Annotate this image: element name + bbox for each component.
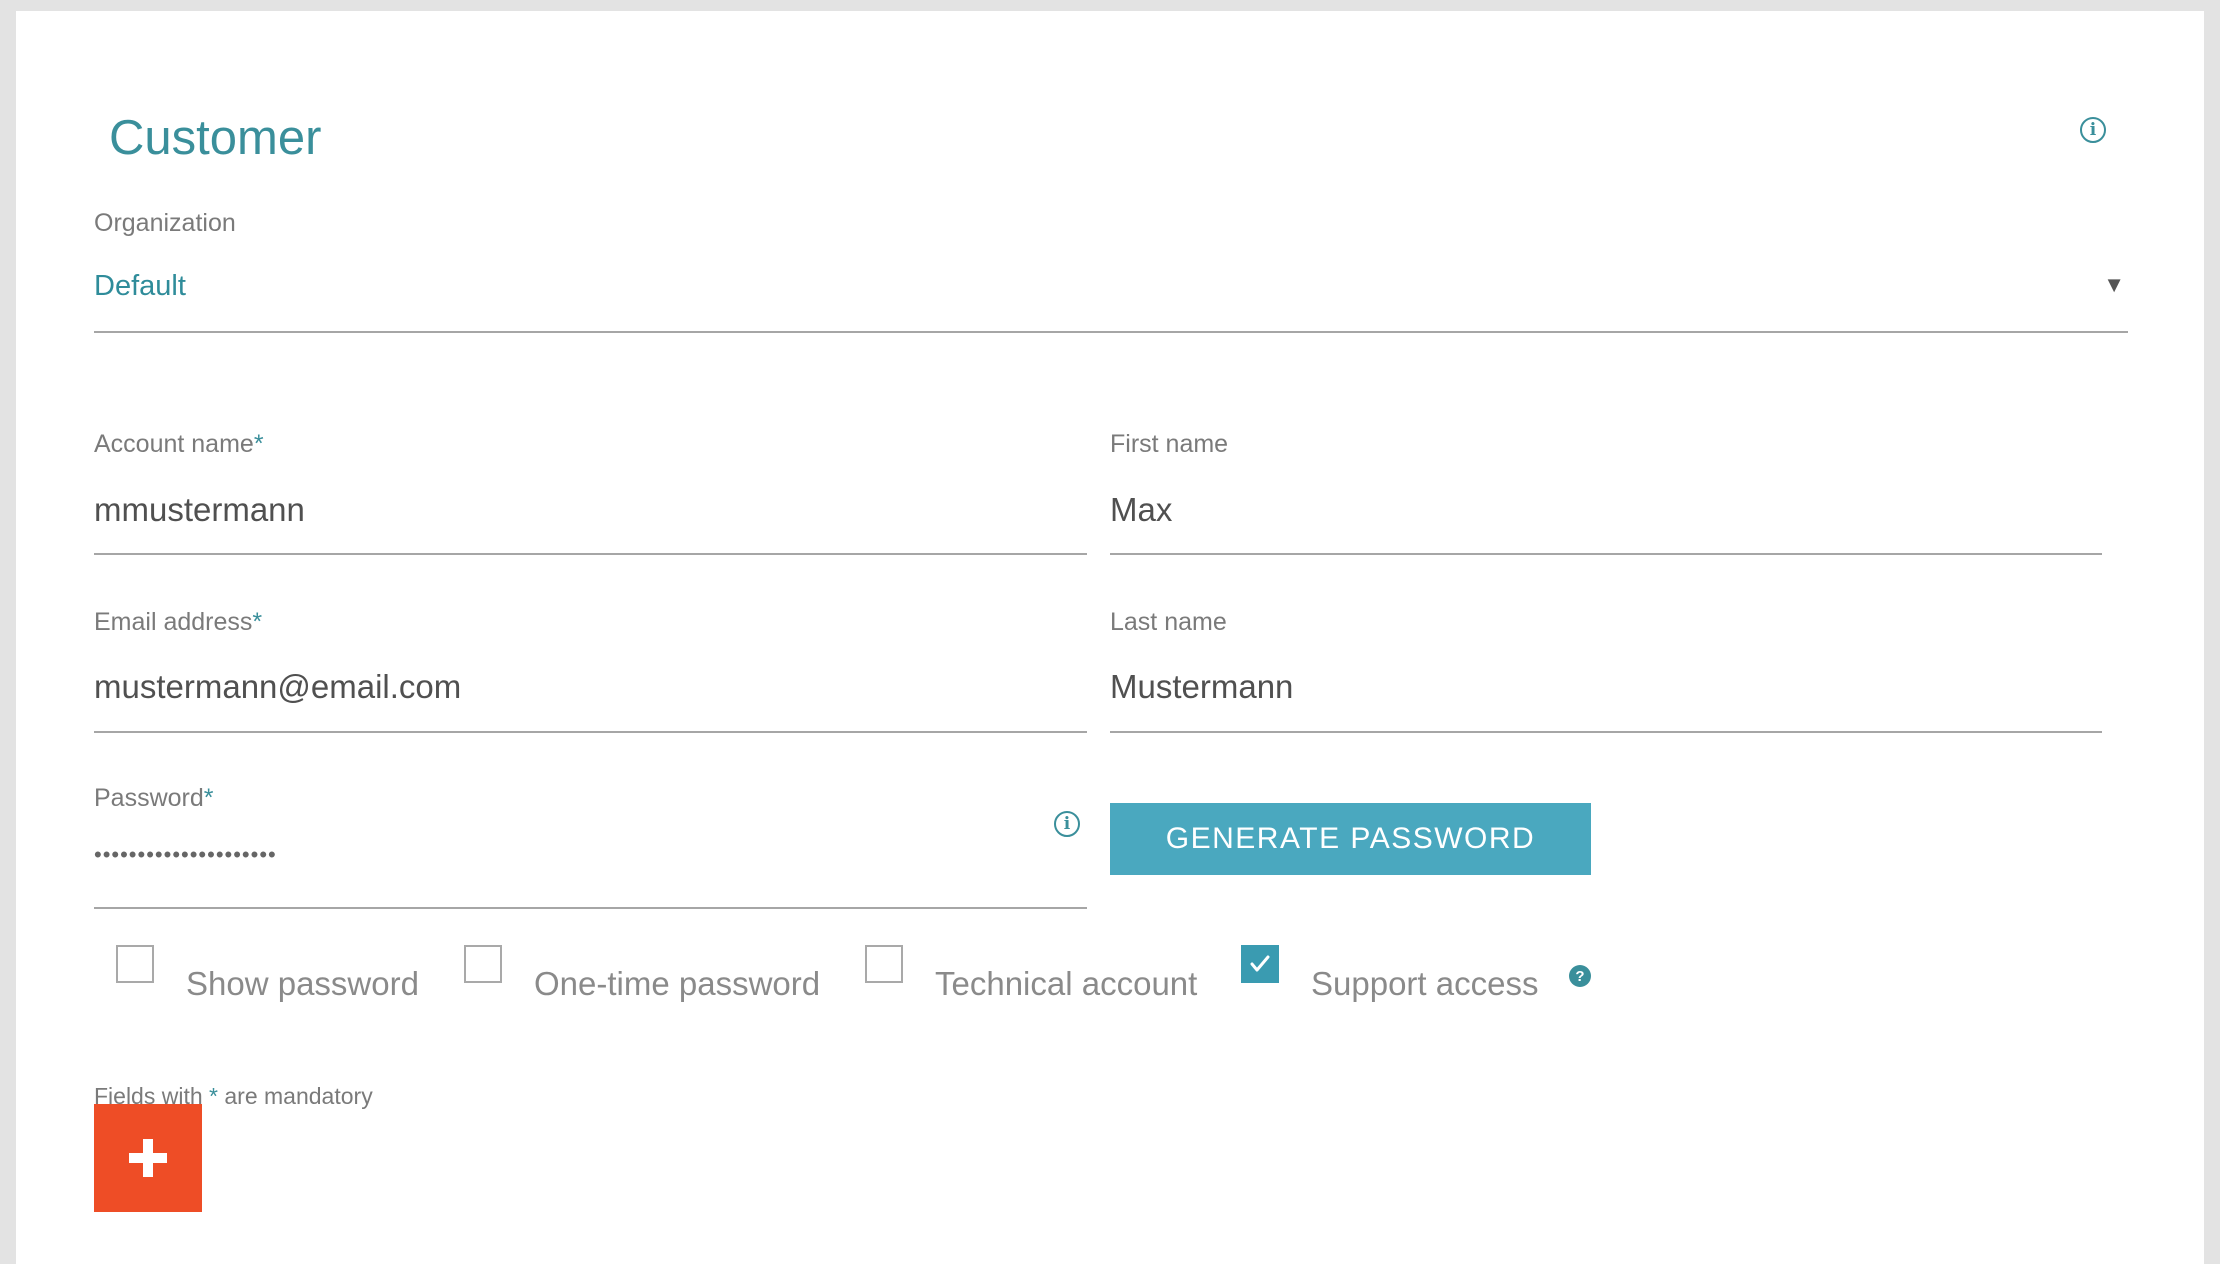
account-name-underline	[94, 553, 1087, 555]
one-time-password-label: One-time password	[534, 965, 821, 1002]
show-password-checkbox-row[interactable]: Show password	[116, 945, 446, 1000]
first-name-value: Max	[1110, 491, 1173, 528]
first-name-underline	[1110, 553, 2102, 555]
required-mark: *	[203, 784, 214, 812]
technical-account-checkbox[interactable]	[865, 945, 903, 983]
plus-icon	[129, 1139, 167, 1177]
organization-value: Default	[94, 270, 186, 302]
password-label: Password*	[94, 784, 214, 812]
last-name-value: Mustermann	[1110, 668, 1294, 705]
technical-account-label: Technical account	[935, 965, 1198, 1002]
help-icon[interactable]: ?	[1569, 965, 1591, 987]
last-name-label: Last name	[1110, 608, 1227, 636]
support-access-checkbox-row[interactable]: Support access ?	[1241, 945, 1621, 1000]
password-info-icon[interactable]: i	[1054, 811, 1080, 837]
email-label: Email address*	[94, 608, 263, 636]
required-mark: *	[252, 608, 263, 636]
first-name-input[interactable]: Max	[1110, 481, 2102, 556]
organization-underline	[94, 331, 2128, 333]
technical-account-checkbox-row[interactable]: Technical account	[865, 945, 1235, 1000]
show-password-checkbox[interactable]	[116, 945, 154, 983]
show-password-label: Show password	[186, 965, 419, 1002]
one-time-password-checkbox[interactable]	[464, 945, 502, 983]
required-mark: *	[253, 430, 264, 458]
last-name-underline	[1110, 731, 2102, 733]
info-icon[interactable]: i	[2080, 117, 2106, 143]
email-value: mustermann@email.com	[94, 668, 462, 705]
account-name-value: mmustermann	[94, 491, 305, 528]
organization-select[interactable]: Default ▼	[94, 266, 2128, 334]
chevron-down-icon: ▼	[2103, 272, 2125, 297]
generate-password-button[interactable]: GENERATE PASSWORD	[1110, 803, 1591, 875]
support-access-checkbox[interactable]	[1241, 945, 1279, 983]
account-name-input[interactable]: mmustermann	[94, 481, 1087, 556]
account-name-label: Account name*	[94, 430, 264, 458]
support-access-label: Support access	[1311, 965, 1539, 1002]
password-underline	[94, 907, 1087, 909]
organization-label: Organization	[94, 209, 236, 237]
first-name-label: First name	[1110, 430, 1229, 458]
one-time-password-checkbox-row[interactable]: One-time password	[464, 945, 844, 1000]
add-button[interactable]	[94, 1104, 202, 1212]
required-mark: *	[209, 1083, 218, 1109]
customer-form-card: Customer i Organization Default ▼ Accoun…	[16, 11, 2204, 1264]
password-input[interactable]: •••••••••••••••••••••	[94, 831, 1087, 911]
check-icon	[1250, 955, 1270, 972]
email-underline	[94, 731, 1087, 733]
last-name-input[interactable]: Mustermann	[1110, 659, 2102, 734]
email-input[interactable]: mustermann@email.com	[94, 659, 1087, 734]
password-value: •••••••••••••••••••••	[94, 842, 277, 867]
page-title: Customer	[109, 111, 322, 165]
